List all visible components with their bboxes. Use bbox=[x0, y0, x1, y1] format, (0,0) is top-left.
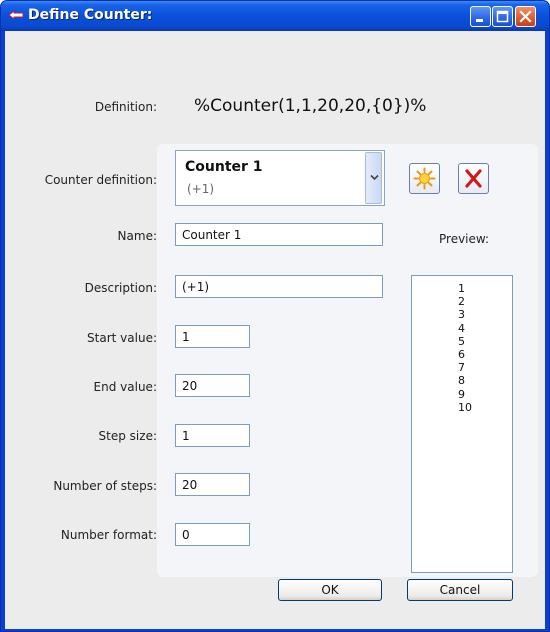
minimize-icon bbox=[476, 19, 483, 22]
definition-label: Definition: bbox=[94, 100, 157, 114]
dialog-window: Define Counter: Definition: %Counter(1,1… bbox=[0, 0, 550, 632]
name-field[interactable]: Counter 1 bbox=[175, 223, 383, 246]
maximize-button[interactable] bbox=[492, 6, 513, 27]
close-icon bbox=[519, 10, 532, 23]
start-value-field[interactable]: 1 bbox=[175, 325, 250, 348]
delete-counter-button[interactable] bbox=[458, 163, 489, 194]
preview-item: 1 bbox=[458, 282, 465, 295]
name-label: Name: bbox=[117, 229, 157, 243]
preview-item: 8 bbox=[458, 374, 465, 388]
preview-item: 6 bbox=[458, 348, 465, 362]
ok-button[interactable]: OK bbox=[278, 579, 382, 601]
number-of-steps-field[interactable]: 20 bbox=[175, 473, 250, 496]
start-value-label: Start value: bbox=[87, 331, 157, 345]
step-size-field[interactable]: 1 bbox=[175, 424, 250, 447]
chevron-down-icon bbox=[370, 174, 379, 181]
definition-value: %Counter(1,1,20,20,{0})% bbox=[194, 96, 427, 116]
preview-item: 3 bbox=[458, 308, 465, 322]
preview-label: Preview: bbox=[439, 232, 490, 246]
dropdown-arrow-button[interactable] bbox=[365, 152, 382, 204]
red-x-delete-icon bbox=[465, 169, 482, 188]
counter-definition-label: Counter definition: bbox=[44, 173, 157, 187]
app-icon bbox=[8, 9, 24, 21]
number-format-field[interactable]: 0 bbox=[175, 523, 250, 546]
preview-list-box[interactable]: 1 2 3 4 5 6 7 8 9 10 bbox=[411, 275, 513, 573]
preview-list: 1 2 3 4 5 6 7 8 9 10 bbox=[458, 282, 472, 414]
maximize-icon bbox=[496, 10, 509, 23]
number-format-label: Number format: bbox=[60, 528, 157, 542]
sun-star-icon bbox=[413, 167, 436, 190]
preview-item: 5 bbox=[458, 334, 465, 348]
cancel-button[interactable]: Cancel bbox=[407, 579, 513, 601]
preview-item: 10 bbox=[458, 400, 472, 414]
preview-item: 2 bbox=[458, 295, 465, 309]
counter-definition-selected-subtitle: (+1) bbox=[187, 182, 215, 196]
new-counter-button[interactable] bbox=[409, 163, 440, 194]
close-button[interactable] bbox=[515, 6, 536, 27]
preview-item: 7 bbox=[458, 361, 465, 375]
description-field[interactable]: (+1) bbox=[175, 275, 383, 298]
preview-item: 4 bbox=[458, 321, 465, 335]
counter-definition-dropdown[interactable]: Counter 1 (+1) bbox=[175, 150, 385, 206]
number-of-steps-label: Number of steps: bbox=[53, 479, 157, 493]
dialog-body: Definition: %Counter(1,1,20,20,{0})% Cou… bbox=[5, 31, 545, 629]
end-value-label: End value: bbox=[93, 380, 157, 394]
description-label: Description: bbox=[84, 281, 157, 295]
counter-definition-selected-title: Counter 1 bbox=[185, 159, 263, 175]
title-bar[interactable]: Define Counter: bbox=[1, 1, 549, 31]
end-value-field[interactable]: 20 bbox=[175, 374, 250, 397]
minimize-button[interactable] bbox=[470, 6, 491, 27]
window-title: Define Counter: bbox=[28, 7, 153, 23]
preview-item: 9 bbox=[458, 387, 465, 401]
step-size-label: Step size: bbox=[98, 429, 157, 443]
